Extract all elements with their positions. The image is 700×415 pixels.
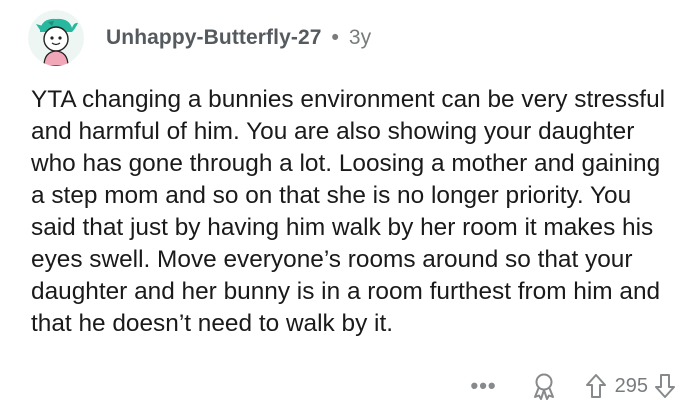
- avatar[interactable]: [28, 10, 84, 66]
- vote-count: 295: [614, 374, 648, 397]
- meta-separator: •: [331, 26, 339, 49]
- downvote-arrow-icon[interactable]: [654, 373, 676, 399]
- comment-header: Unhappy-Butterfly-27 • 3y: [28, 10, 371, 66]
- upvote-arrow-icon[interactable]: [585, 373, 607, 399]
- comment-body: YTA changing a bunnies environment can b…: [31, 86, 666, 337]
- comment-actions: ••• 295: [471, 368, 676, 404]
- avatar-icon: [28, 10, 84, 66]
- username[interactable]: Unhappy-Butterfly-27: [106, 26, 322, 50]
- comment-age: 3y: [348, 26, 372, 49]
- award-icon[interactable]: [531, 372, 557, 400]
- more-options-icon[interactable]: •••: [471, 375, 497, 397]
